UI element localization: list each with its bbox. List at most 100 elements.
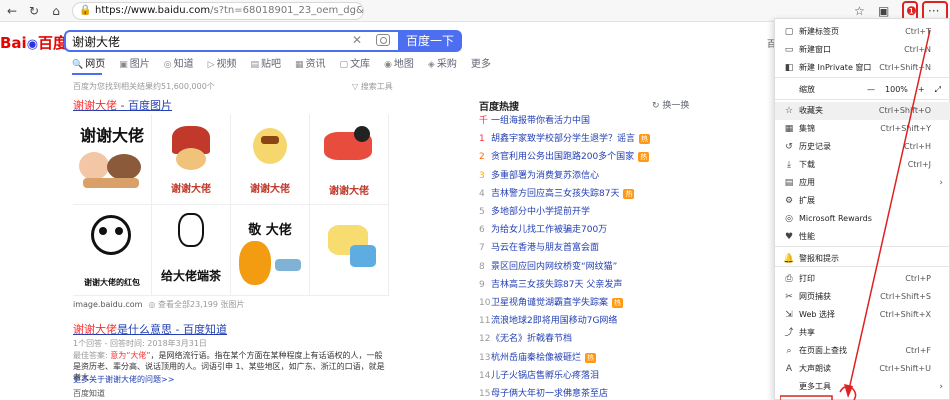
change-batch-button[interactable]: ↻ 换一换 [652,98,689,111]
search-tools-link[interactable]: ▽ 搜索工具 [352,81,393,92]
hot-search-item[interactable]: 11流浪地球2即将用国移动7G网络 [479,314,617,328]
menu-item[interactable]: ▭ 新建窗口 Ctrl+N [775,41,950,59]
tab-item[interactable]: 更多 [471,58,491,72]
menu-item[interactable]: ☆ 收藏夹 Ctrl+Shift+O [775,102,950,120]
clear-icon[interactable]: ✕ [352,33,362,47]
menu-item[interactable]: ▤ 应用 › [775,174,950,192]
back-icon[interactable]: ← [4,3,20,19]
menu-item[interactable]: ♥ 性能 [775,228,950,246]
hot-text: 一组海报带你看活力中国 [491,116,591,126]
menu-item[interactable]: ✂ 网页捕获 Ctrl+Shift+S [775,288,950,306]
menu-item[interactable]: ⤓ 下载 Ctrl+J [775,156,950,174]
menu-item-label: 新建窗口 [799,45,831,54]
address-bar[interactable]: 🔒 https://www.baidu.com/s?tn=68018901_23_… [72,2,364,20]
tab-item[interactable]: ▤ 贴吧 [251,58,282,72]
tab-icon: ◈ [427,60,435,70]
menu-item[interactable]: 缩放 — 100% + ⤢ [775,81,950,99]
tab-label: 资讯 [305,59,326,70]
tab-item[interactable]: ▣ 图片 [119,58,150,72]
menu-item[interactable]: A 大声朗读 Ctrl+Shift+U [775,360,950,378]
menu-item[interactable]: ⌕ 在页面上查找 Ctrl+F [775,342,950,360]
tab-item[interactable]: ◎ 知道 [164,58,194,72]
menu-item[interactable]: ◎ Microsoft Rewards [775,210,950,228]
menu-item-icon: ⎙ [785,274,793,284]
hot-search-item[interactable]: 1 胡鑫宇家致学校部分学生退学？谣言热 [479,132,651,146]
tab-item[interactable]: 🔍 网页 [72,58,105,72]
image-thumb[interactable] [310,205,389,296]
search-button[interactable]: 百度一下 [398,30,462,52]
refresh-icon[interactable]: ↻ [26,3,42,19]
hot-search-item[interactable]: 3 多重部署为消费复苏添信心 [479,169,599,183]
tab-item[interactable]: ▢ 文库 [340,58,371,72]
hot-search-item[interactable]: 7 马云在香港与朋友首富会面 [479,241,599,255]
menu-item-icon: 🔔 [783,254,795,264]
hot-rank: 13 [479,352,491,363]
menu-item[interactable]: ↺ 历史记录 Ctrl+H [775,138,950,156]
menu-item[interactable]: ▦ 集锦 Ctrl+Shift+Y [775,120,950,138]
hot-rank: 2 [479,152,485,163]
image-thumb[interactable]: 谢谢大佬 [231,114,310,205]
tab-label: 网页 [85,59,106,70]
menu-item[interactable]: ⎙ 打印 Ctrl+P [775,270,950,288]
hot-search-item[interactable]: 13杭州岳庙秦桧像被砸烂热 [479,351,597,365]
result-title-zhidao[interactable]: 谢谢大佬是什么意思 - 百度知道 [73,321,227,337]
favorites-icon[interactable]: ☆ [854,3,865,19]
hot-search-item[interactable]: 10卫星视角谴觉湖霸直学失踪案热 [479,296,624,310]
result-title-images[interactable]: 谢谢大佬 - 百度图片 [73,97,172,113]
menu-item-label: 历史记录 [799,142,831,151]
menu-item[interactable]: ⇲ Web 选择 Ctrl+Shift+X [775,306,950,324]
image-thumb[interactable]: 敬 大佬 [231,205,310,296]
profile-icon[interactable]: ❶ [906,3,917,19]
hot-search-item[interactable]: 15母子俩大年初一求佛意茶至店 [479,387,608,400]
hot-search-item[interactable]: 5 多地部分中小学提前开学 [479,205,590,219]
hot-text: 贪官利用公务出国跑路200多个国家 [491,152,635,163]
menu-item[interactable]: ⚙ 扩展 [775,192,950,210]
zoom-controls: — 100% + ⤢ [857,81,941,99]
menu-item[interactable]: ▢ 新建标签页 Ctrl+T [775,23,950,41]
hot-text: 吉林警方回应高三女孩失踪87天 [491,188,620,199]
menu-item-shortcut: Ctrl+Shift+U [879,364,931,373]
tab-item[interactable]: ◉ 地图 [384,58,414,72]
hot-text: 胡鑫宇家致学校部分学生退学？谣言 [491,134,636,145]
menu-item-shortcut: Ctrl+Shift+Y [880,124,931,133]
tab-item[interactable]: ◈ 采购 [428,58,457,72]
camera-icon[interactable] [376,34,390,46]
zoom-minus[interactable]: — [867,85,875,94]
hot-search-item[interactable]: 4 吉林警方回应高三女孩失踪87天热 [479,187,635,201]
hot-search-item[interactable]: 9 吉林高三女孩失踪87天 父亲发声 [479,278,622,292]
menu-item[interactable]: 🔔 警报和提示 [775,250,950,268]
image-thumb[interactable]: 谢谢大佬的红包 [73,205,152,296]
home-icon[interactable]: ⌂ [48,3,64,19]
more-questions-link[interactable]: 更多关于谢谢大佬的问题>> [73,374,174,385]
image-thumb[interactable]: 给大佬端茶 [152,205,231,296]
hot-search-item[interactable]: 千一组海报带你看活力中国 [479,114,590,128]
hot-rank: 12 [479,334,491,345]
menu-item-label: 性能 [799,232,815,241]
hot-search-item[interactable]: 2 贪官利用公务出国跑路200多个国家热 [479,150,650,164]
hot-search-item[interactable]: 8 景区回应回内网纹桥变“网纹猫” [479,260,617,274]
search-input[interactable] [72,33,342,49]
tab-item[interactable]: ▷ 视频 [208,58,237,72]
hot-search-item[interactable]: 14儿子火锅店售孵乐心疼落泪 [479,369,599,383]
menu-item-icon: ⤴ [784,328,794,338]
view-all-images-link[interactable]: ◎ 查看全部23,199 张图片 [148,300,244,309]
tab-item[interactable]: ▦ 资讯 [295,58,326,72]
more-icon[interactable]: ··· [928,3,939,19]
collections-icon[interactable]: ▣ [878,3,889,19]
hot-rank: 15 [479,389,491,399]
menu-item[interactable]: 更多工具 › [775,378,950,396]
hot-search-item[interactable]: 12《无名》折戟春节档 [479,332,572,346]
hot-tag: 热 [639,134,651,145]
baidu-logo[interactable]: Bai◉百度 [0,32,68,53]
hot-search-item[interactable]: 6 为给女儿找工作被骗走700万 [479,223,607,237]
menu-item[interactable]: ⤴ 共享 [775,324,950,342]
hot-rank: 3 [479,170,485,181]
zoom-full[interactable]: ⤢ [935,85,941,94]
image-thumb[interactable]: 谢谢大佬 [310,114,389,205]
menu-item-label: 警报和提示 [799,254,839,263]
zoom-plus[interactable]: + [918,85,925,94]
menu-item[interactable]: ◧ 新建 InPrivate 窗口 Ctrl+Shift+N [775,59,950,77]
image-thumb[interactable]: 谢谢大佬 [73,114,152,205]
image-thumb[interactable]: 谢谢大佬 [152,114,231,205]
menu-item-shortcut: Ctrl+Shift+N [879,63,931,72]
